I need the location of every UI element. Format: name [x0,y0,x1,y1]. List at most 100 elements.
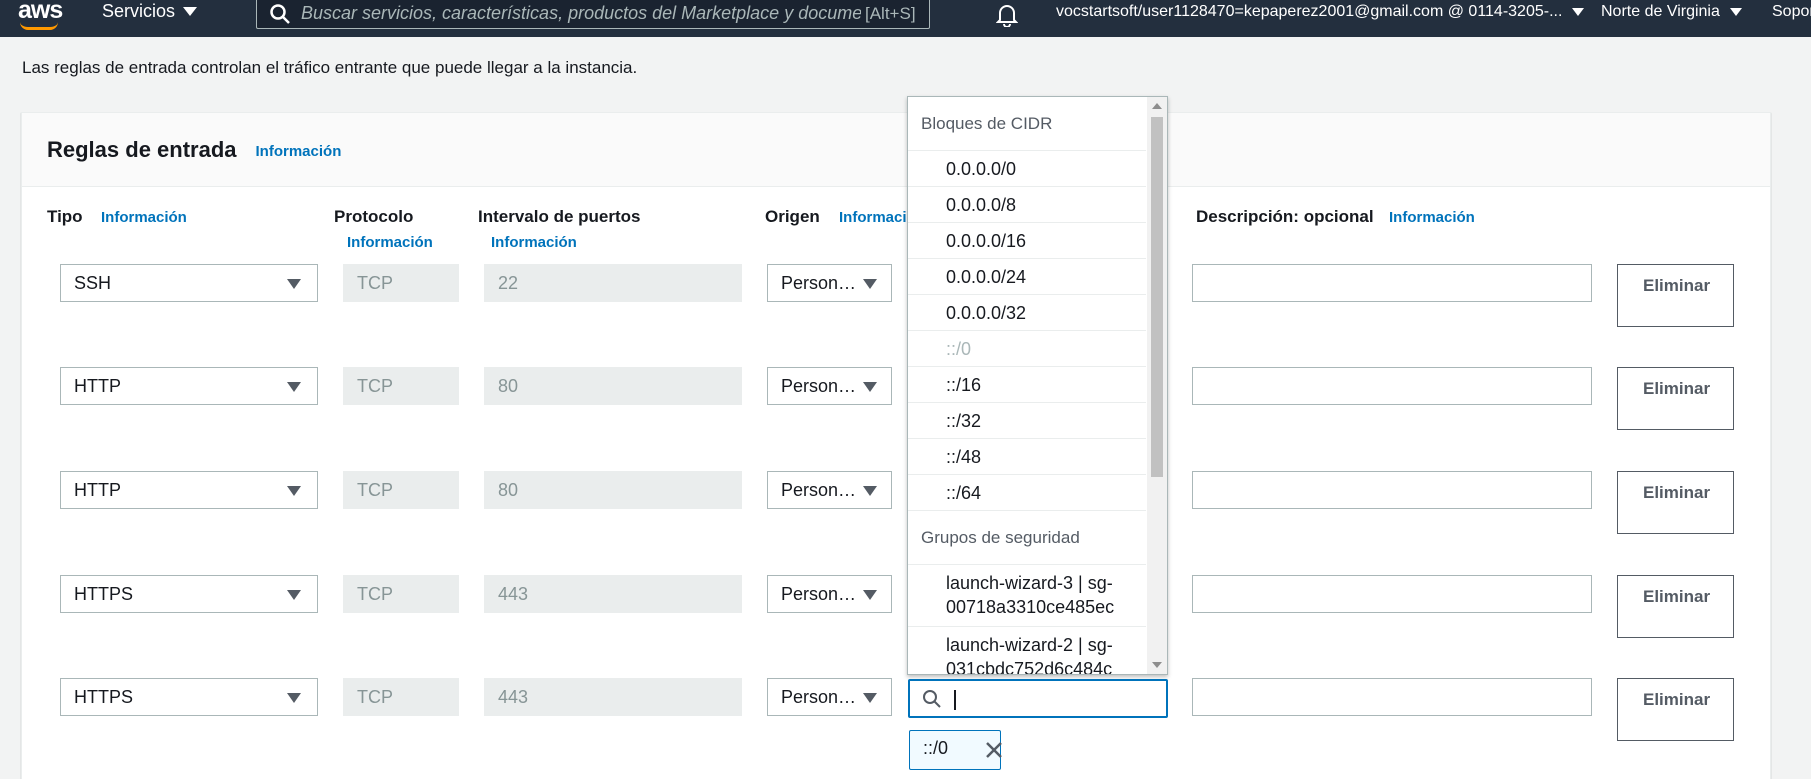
account-menu[interactable]: vocstartsoft/user1128470=kepaperez2001@g… [1056,3,1585,21]
port-range-field: 22 [484,264,742,302]
type-select[interactable]: HTTPS [60,678,318,716]
source-select[interactable]: Person… [767,575,892,613]
token-label: ::/0 [923,738,949,758]
dropdown-option-cidr[interactable]: ::/16 [908,367,1146,403]
col-puertos: Intervalo de puertos [478,207,641,226]
panel-info-link[interactable]: Información [256,143,342,160]
search-input[interactable] [301,3,861,24]
source-select[interactable]: Person… [767,678,892,716]
delete-rule-button[interactable]: Eliminar [1617,367,1734,430]
dropdown-option-cidr[interactable]: 0.0.0.0/16 [908,223,1146,259]
source-value: Person… [781,375,857,396]
scroll-down-arrow-icon[interactable] [1152,662,1162,668]
dropdown-option-cidr[interactable]: ::/0 [908,331,1146,367]
type-select[interactable]: HTTPS [60,575,318,613]
sg-name: launch-wizard-2 | sg- [946,635,1113,655]
chevron-down-icon [863,486,877,496]
source-select[interactable]: Person… [767,367,892,405]
source-search-input[interactable] [952,687,1152,711]
dropdown-option-cidr[interactable]: 0.0.0.0/0 [908,151,1146,187]
delete-rule-button[interactable]: Eliminar [1617,471,1734,534]
source-search-field[interactable] [908,679,1168,718]
description-input[interactable] [1192,367,1592,405]
protocol-field: TCP [343,471,459,509]
port-range-field: 443 [484,678,742,716]
source-dropdown[interactable]: Bloques de CIDR 0.0.0.0/0 0.0.0.0/8 0.0.0.… [907,96,1168,675]
dropdown-scrollbar[interactable] [1147,97,1167,674]
description-input[interactable] [1192,264,1592,302]
delete-rule-button[interactable]: Eliminar [1617,678,1734,741]
text-caret [954,690,956,710]
search-icon [269,3,291,25]
panel-header: Reglas de entrada Información [22,113,1770,187]
region-label: Norte de Virginia [1601,3,1720,20]
type-value: HTTPS [74,583,134,604]
selected-source-token: ::/0 [909,730,1003,770]
close-icon[interactable] [985,741,1003,764]
chevron-down-icon [287,486,301,496]
chevron-down-icon [287,590,301,600]
col-tipo: Tipo [47,207,83,226]
type-value: HTTPS [74,686,134,707]
chevron-down-icon [183,7,198,16]
chevron-down-icon [287,382,301,392]
scrollbar-thumb[interactable] [1151,117,1163,477]
chevron-down-icon [863,279,877,289]
description-input[interactable] [1192,678,1592,716]
dropdown-option-cidr[interactable]: ::/48 [908,439,1146,475]
dropdown-option-cidr[interactable]: 0.0.0.0/24 [908,259,1146,295]
dropdown-group-cidr: Bloques de CIDR [908,97,1146,151]
port-value: 80 [498,479,519,500]
port-value: 22 [498,272,519,293]
source-select[interactable]: Person… [767,471,892,509]
chevron-down-icon [1572,8,1585,16]
source-value: Person… [781,583,857,604]
type-select[interactable]: SSH [60,264,318,302]
global-search[interactable]: [Alt+S] [256,0,930,29]
delete-rule-button[interactable]: Eliminar [1617,575,1734,638]
chevron-down-icon [1729,8,1742,16]
protocol-field: TCP [343,264,459,302]
col-protocolo-info[interactable]: Información [347,234,433,251]
bell-icon[interactable] [995,3,1019,32]
dropdown-option-cidr[interactable]: 0.0.0.0/8 [908,187,1146,223]
dropdown-option-security-group[interactable]: launch-wizard-2 | sg- 031cbdc752d6c484c [908,627,1146,675]
protocol-value: TCP [357,686,393,707]
type-value: SSH [74,272,112,293]
panel-title: Reglas de entrada [47,136,237,162]
region-menu[interactable]: Norte de Virginia [1601,3,1742,21]
col-tipo-info[interactable]: Información [101,209,187,226]
scroll-up-arrow-icon[interactable] [1152,103,1162,109]
type-select[interactable]: HTTP [60,471,318,509]
description-input[interactable] [1192,471,1592,509]
services-menu[interactable]: Servicios [102,1,198,22]
dropdown-option-cidr[interactable]: ::/32 [908,403,1146,439]
col-origen-info[interactable]: Información [839,209,907,226]
port-value: 443 [498,583,529,604]
dropdown-option-cidr[interactable]: 0.0.0.0/32 [908,295,1146,331]
chevron-down-icon [863,693,877,703]
col-descripcion-info[interactable]: Información [1389,209,1475,226]
account-label: vocstartsoft/user1128470=kepaperez2001@g… [1056,3,1563,20]
dropdown-option-cidr[interactable]: ::/64 [908,475,1146,511]
port-range-field: 80 [484,367,742,405]
col-puertos-info[interactable]: Información [491,234,577,251]
delete-rule-button[interactable]: Eliminar [1617,264,1734,327]
source-value: Person… [781,686,857,707]
port-range-field: 80 [484,471,742,509]
chevron-down-icon [287,693,301,703]
protocol-value: TCP [357,479,393,500]
description-input[interactable] [1192,575,1592,613]
protocol-field: TCP [343,575,459,613]
protocol-value: TCP [357,272,393,293]
col-origen: Origen [765,207,820,226]
protocol-value: TCP [357,375,393,396]
source-select[interactable]: Person… [767,264,892,302]
dropdown-option-security-group[interactable]: launch-wizard-3 | sg- 00718a3310ce485ec [908,565,1146,627]
support-menu[interactable]: Soporte [1772,3,1811,21]
dropdown-group-security-groups: Grupos de seguridad [908,511,1146,565]
sg-id: 031cbdc752d6c484c [946,659,1113,675]
type-select[interactable]: HTTP [60,367,318,405]
intro-text: Las reglas de entrada controlan el tráfi… [22,58,638,77]
source-value: Person… [781,479,857,500]
